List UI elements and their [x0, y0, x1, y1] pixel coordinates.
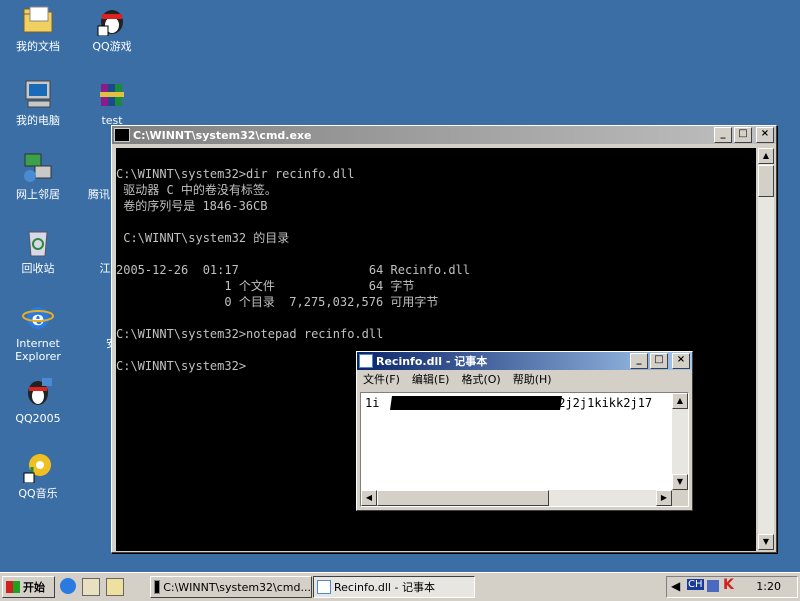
minimize-button[interactable]: _: [714, 127, 732, 143]
menu-help[interactable]: 帮助(H): [507, 371, 558, 387]
cmd-vertical-scrollbar[interactable]: ▲ ▼: [758, 148, 774, 550]
qq-music-icon: [22, 451, 54, 484]
cmd-title: C:\WINNT\system32\cmd.exe: [133, 128, 312, 142]
redaction-scribble: [390, 396, 562, 410]
notepad-window[interactable]: Recinfo.dll - 记事本 _ □ × 文件(F) 编辑(E) 格式(O…: [356, 351, 693, 511]
desktop-icon-test[interactable]: test: [74, 78, 150, 127]
scroll-up-arrow-icon[interactable]: ▲: [672, 393, 688, 409]
clock: 1:20: [756, 580, 781, 593]
notepad-vertical-scrollbar[interactable]: ▲ ▼: [672, 393, 688, 490]
taskbar-item-cmd[interactable]: C:\WINNT\system32\cmd...: [150, 576, 312, 598]
svg-text:e: e: [32, 306, 45, 330]
my-computer-icon: [22, 78, 54, 110]
notepad-app-icon: [359, 354, 373, 368]
winrar-icon: [96, 78, 128, 110]
desktop-icon-my-documents[interactable]: 我的文档: [0, 4, 76, 53]
console-line: 卷的序列号是 1846-36CB: [116, 199, 268, 213]
notepad-menu-bar: 文件(F) 编辑(E) 格式(O) 帮助(H): [357, 370, 692, 388]
my-documents-icon: [22, 4, 54, 36]
ie-quicklaunch-icon[interactable]: [60, 578, 76, 594]
menu-file[interactable]: 文件(F): [357, 371, 406, 387]
qq-game-icon: [96, 4, 128, 37]
console-line: 1 个文件 64 字节: [116, 279, 415, 293]
desktop-icon-label: 回收站: [21, 262, 55, 275]
menu-edit[interactable]: 编辑(E): [406, 371, 456, 387]
start-label: 开始: [23, 581, 45, 594]
notepad-title-bar[interactable]: Recinfo.dll - 记事本 _ □ ×: [357, 352, 692, 370]
console-line: 0 个目录 7,275,032,576 可用字节: [116, 295, 439, 309]
minimize-button[interactable]: _: [630, 353, 648, 369]
scroll-corner: [672, 490, 688, 506]
maximize-button[interactable]: □: [650, 353, 668, 369]
desktop-icon-label: 网上邻居: [16, 188, 60, 201]
kv-tray-icon[interactable]: K: [723, 577, 734, 593]
taskbar-item-label: Recinfo.dll - 记事本: [334, 581, 435, 594]
notepad-content-tail: i2j2j1kikk2j17: [551, 396, 653, 410]
desktop-icon-recycle-bin[interactable]: 回收站: [0, 226, 76, 275]
desktop-icon-network[interactable]: 网上邻居: [0, 152, 76, 201]
close-button[interactable]: ×: [672, 353, 690, 369]
outlook-quicklaunch-icon[interactable]: [82, 578, 100, 596]
notepad-title: Recinfo.dll - 记事本: [376, 355, 488, 368]
ime-indicator[interactable]: CH: [687, 579, 704, 590]
maximize-button[interactable]: □: [734, 127, 752, 143]
system-tray: ◀ CH K 1:20: [666, 576, 798, 598]
horizontal-scroll-thumb[interactable]: [377, 490, 549, 506]
taskbar: 开始 C:\WINNT\system32\cmd... Recinfo.dll …: [0, 572, 800, 601]
menu-format[interactable]: 格式(O): [455, 371, 506, 387]
console-line: C:\WINNT\system32>notepad recinfo.dll: [116, 327, 384, 341]
recycle-bin-icon: [22, 226, 54, 258]
desktop-icon-my-computer[interactable]: 我的电脑: [0, 78, 76, 127]
scroll-right-arrow-icon[interactable]: ▶: [656, 490, 672, 506]
desktop-icon-label: 我的电脑: [16, 114, 60, 127]
desktop-icon-label: 我的文档: [16, 40, 60, 53]
taskbar-item-label: C:\WINNT\system32\cmd...: [163, 580, 311, 594]
console-line: C:\WINNT\system32>dir recinfo.dll: [116, 167, 355, 181]
desktop-icon-ie[interactable]: e Internet Explorer: [0, 301, 76, 363]
notepad-text-area[interactable]: 1i i2j2j1kikk2j17 ▲ ▼ ◀ ▶: [360, 392, 689, 507]
desktop-icon-qq-music[interactable]: QQ音乐: [0, 451, 76, 500]
console-line: C:\WINNT\system32 的目录: [116, 231, 290, 245]
windows-logo-icon: [6, 581, 20, 593]
ie-icon: e: [22, 301, 54, 333]
cmd-app-icon: [114, 128, 130, 142]
desktop-icon-label: Internet Explorer: [15, 337, 61, 363]
console-line: 2005-12-26 01:17 64 Recinfo.dll: [116, 263, 471, 277]
scroll-thumb[interactable]: [758, 165, 774, 197]
desktop-icon-label: QQ音乐: [18, 487, 58, 500]
notepad-app-icon: [317, 580, 331, 594]
desktop-icon-label: QQ游戏: [92, 40, 132, 53]
desktop-icon-qq-game[interactable]: QQ游戏: [74, 4, 150, 53]
cmd-title-bar[interactable]: C:\WINNT\system32\cmd.exe _ □ ×: [112, 126, 776, 144]
scroll-up-arrow-icon[interactable]: ▲: [758, 148, 774, 164]
volume-icon[interactable]: ◀: [671, 579, 680, 593]
scroll-down-arrow-icon[interactable]: ▼: [758, 534, 774, 550]
scroll-left-arrow-icon[interactable]: ◀: [361, 490, 377, 506]
console-line: C:\WINNT\system32>: [116, 359, 247, 373]
network-icon: [22, 152, 54, 184]
console-line: 驱动器 C 中的卷没有标签。: [116, 183, 277, 197]
quick-launch: [60, 578, 124, 596]
scroll-down-arrow-icon[interactable]: ▼: [672, 474, 688, 490]
start-button[interactable]: 开始: [2, 576, 55, 598]
desktop-icon-qq2005[interactable]: QQ2005: [0, 376, 76, 425]
notepad-horizontal-scrollbar[interactable]: ◀ ▶: [361, 490, 672, 506]
network-tray-icon[interactable]: [707, 580, 719, 592]
desktop-icon-label: QQ2005: [15, 412, 61, 425]
notepad-content-start: 1i: [365, 396, 380, 410]
taskbar-item-notepad[interactable]: Recinfo.dll - 记事本: [313, 576, 475, 598]
cmd-app-icon: [154, 580, 161, 594]
qq-icon: [22, 376, 54, 408]
close-button[interactable]: ×: [756, 127, 774, 143]
show-desktop-icon[interactable]: [106, 578, 124, 596]
